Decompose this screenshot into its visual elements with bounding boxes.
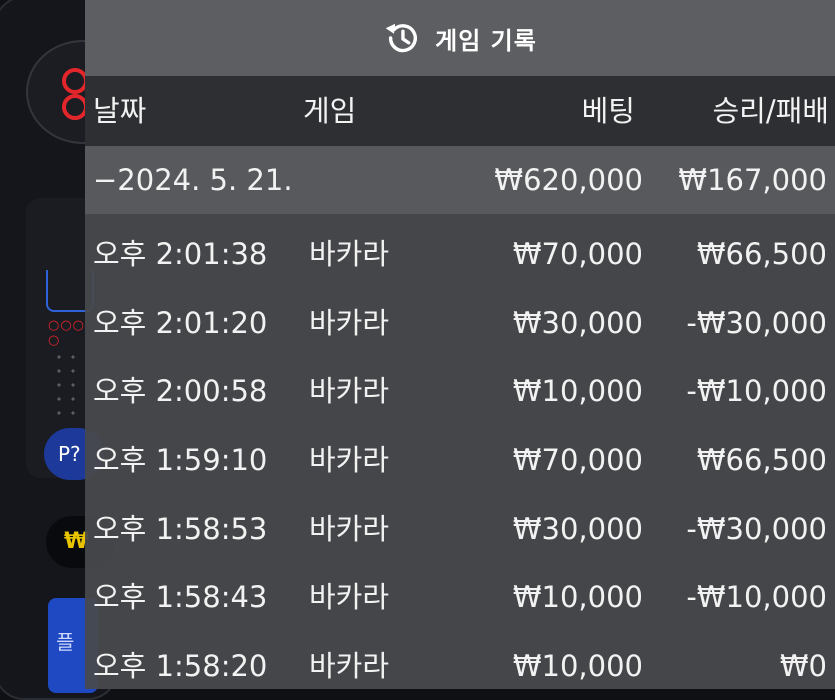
panel-header: 게임 기록 [85, 0, 835, 76]
row-result: -₩30,000 [686, 305, 827, 340]
row-game: 바카라 [309, 237, 390, 271]
dot-grid [52, 350, 82, 420]
history-row[interactable]: 오후 1:59:10 바카라 ₩70,000 ₩66,500 [85, 420, 835, 489]
history-row[interactable]: 오후 2:00:58 바카라 ₩10,000 -₩10,000 [85, 351, 835, 420]
row-time: 오후 1:58:43 [93, 580, 268, 615]
row-result: -₩30,000 [686, 511, 827, 546]
row-time: 오후 1:59:10 [93, 443, 268, 478]
history-row[interactable]: 오후 1:58:43 바카라 ₩10,000 -₩10,000 [85, 557, 835, 626]
date-group-label: −2024. 5. 21. [93, 163, 293, 197]
column-date: 날짜 [93, 94, 147, 128]
row-bet: ₩10,000 [512, 580, 643, 615]
history-list: 오후 2:01:38 바카라 ₩70,000 ₩66,500 오후 2:01:2… [85, 214, 835, 695]
history-row[interactable]: 오후 2:01:20 바카라 ₩30,000 -₩30,000 [85, 283, 835, 352]
row-bet: ₩30,000 [512, 305, 643, 340]
row-result: ₩0 [779, 649, 827, 684]
date-group-total-bet: ₩620,000 [494, 163, 643, 197]
row-game: 바카라 [309, 511, 390, 546]
row-time: 오후 1:58:53 [93, 511, 268, 546]
row-game: 바카라 [309, 649, 390, 684]
roadmap-dots-icon: ○○○ ○ [48, 318, 86, 348]
game-history-panel: 게임 기록 날짜 게임 베팅 승리/패배 −2024. 5. 21. ₩620,… [85, 0, 835, 689]
row-bet: ₩10,000 [512, 649, 643, 684]
column-header-row: 날짜 게임 베팅 승리/패배 [85, 76, 835, 146]
row-bet: ₩70,000 [512, 443, 643, 478]
row-bet: ₩70,000 [512, 237, 643, 271]
row-result: -₩10,000 [686, 374, 827, 409]
column-bet: 베팅 [581, 94, 635, 128]
date-group-total-result: ₩167,000 [678, 163, 827, 197]
row-time: 오후 2:00:58 [93, 374, 268, 409]
row-result: ₩66,500 [696, 237, 827, 271]
row-result: -₩10,000 [686, 580, 827, 615]
history-row[interactable]: 오후 1:58:20 바카라 ₩10,000 ₩0 [85, 626, 835, 695]
row-bet: ₩30,000 [512, 511, 643, 546]
row-time: 오후 2:01:38 [93, 237, 268, 271]
row-time: 오후 2:01:20 [93, 305, 268, 340]
row-game: 바카라 [309, 580, 390, 615]
history-row[interactable]: 오후 2:01:38 바카라 ₩70,000 ₩66,500 [85, 214, 835, 283]
column-result: 승리/패배 [712, 94, 830, 128]
row-bet: ₩10,000 [512, 374, 643, 409]
row-game: 바카라 [309, 374, 390, 409]
row-game: 바카라 [309, 305, 390, 340]
row-time: 오후 1:58:20 [93, 649, 268, 684]
history-row[interactable]: 오후 1:58:53 바카라 ₩30,000 -₩30,000 [85, 489, 835, 558]
row-game: 바카라 [309, 443, 390, 478]
date-group-row[interactable]: −2024. 5. 21. ₩620,000 ₩167,000 [85, 146, 835, 214]
column-game: 게임 [303, 94, 357, 128]
row-result: ₩66,500 [696, 443, 827, 478]
history-icon [385, 23, 418, 53]
panel-title: 게임 기록 [435, 26, 537, 55]
